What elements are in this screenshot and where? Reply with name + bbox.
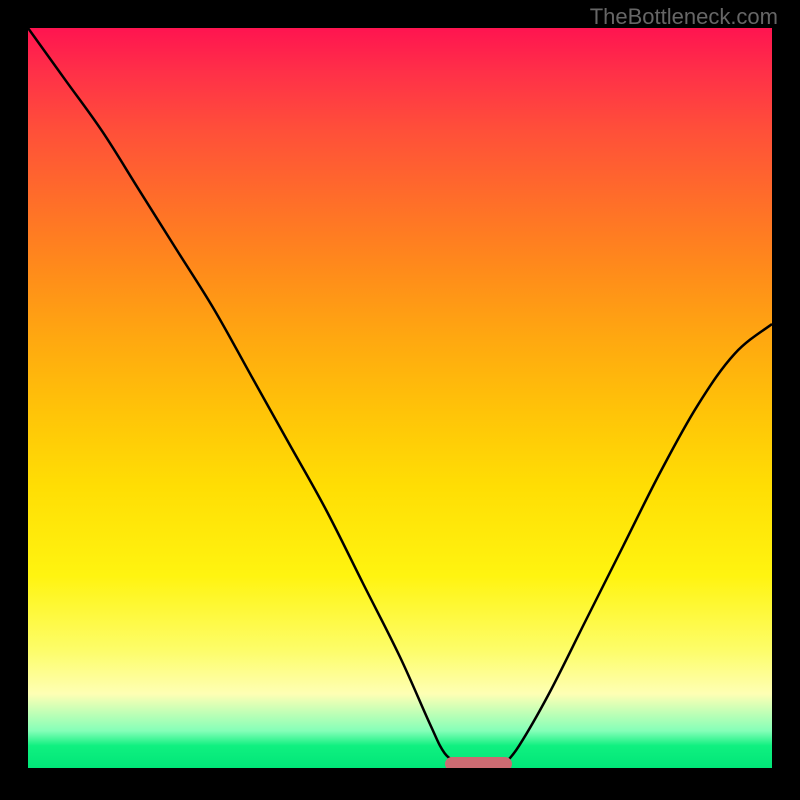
right-curve-path bbox=[504, 324, 772, 764]
bottleneck-curve bbox=[28, 28, 772, 768]
plot-gradient-background bbox=[28, 28, 772, 768]
left-curve-path bbox=[28, 28, 460, 764]
bottleneck-marker bbox=[445, 757, 512, 768]
watermark-text: TheBottleneck.com bbox=[590, 4, 778, 30]
